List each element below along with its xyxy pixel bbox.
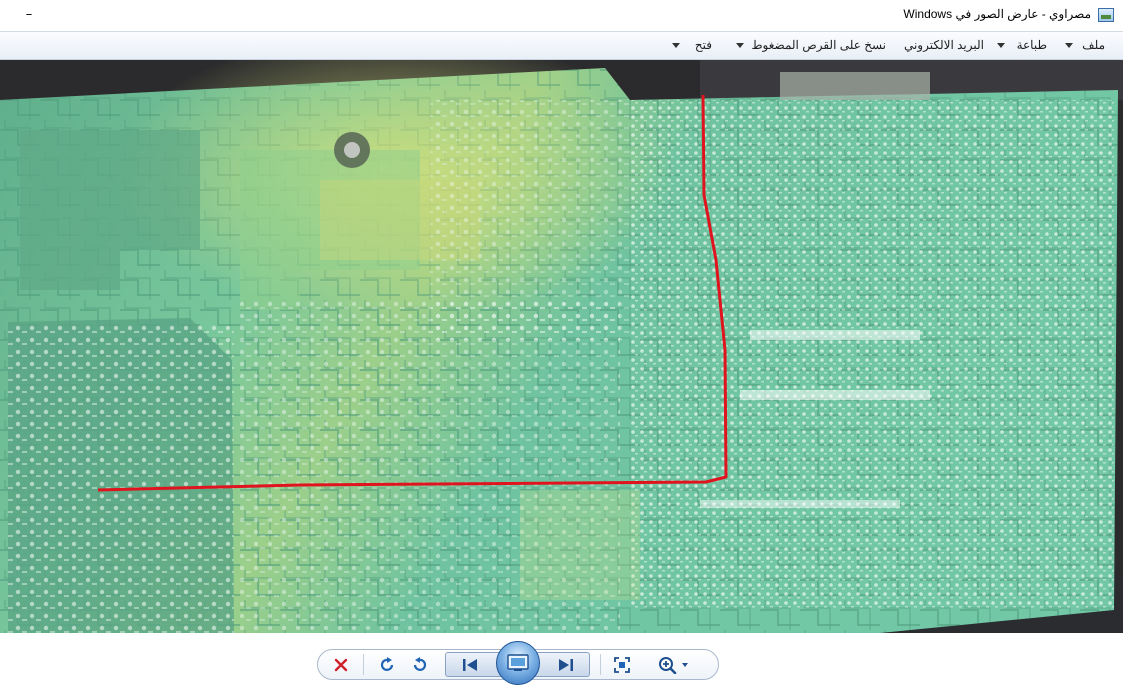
- menu-print-chevron-down-icon[interactable]: [997, 43, 1005, 48]
- rotate-counterclockwise-button[interactable]: [409, 651, 431, 678]
- image-viewport[interactable]: [0, 60, 1123, 633]
- slideshow-icon: [507, 654, 529, 671]
- menu-burn-chevron-down-icon[interactable]: [736, 43, 744, 48]
- menu-file[interactable]: ملف: [1080, 32, 1107, 59]
- menu-open[interactable]: فتح: [693, 32, 714, 59]
- toolbar-separator: [600, 654, 601, 675]
- toolbar-separator: [363, 654, 364, 675]
- menu-bar: ملف طباعة البريد الالكتروني نسخ على القر…: [0, 31, 1123, 60]
- next-button[interactable]: [551, 651, 581, 678]
- rotate-clockwise-button[interactable]: [376, 651, 398, 678]
- window-title: مصراوي - عارض الصور في Windows: [903, 7, 1091, 21]
- previous-icon: [463, 658, 477, 671]
- menu-burn-cd[interactable]: نسخ على القرص المضغوط: [749, 32, 888, 59]
- title-bar: مصراوي - عارض الصور في Windows –: [0, 0, 1123, 31]
- previous-button[interactable]: [455, 651, 485, 678]
- zoom-icon: [659, 656, 688, 674]
- delete-icon: [334, 658, 348, 671]
- photo-viewer-app-icon: [1098, 8, 1114, 22]
- menu-open-chevron-down-icon[interactable]: [672, 43, 680, 48]
- delete-button[interactable]: [330, 651, 352, 678]
- menu-print[interactable]: طباعة: [1015, 32, 1049, 59]
- rotate-counterclockwise-icon: [413, 656, 427, 671]
- actual-size-button[interactable]: [611, 651, 633, 678]
- rotate-clockwise-icon: [380, 656, 394, 671]
- slideshow-button[interactable]: [496, 641, 540, 685]
- menu-file-chevron-down-icon[interactable]: [1065, 43, 1073, 48]
- circuit-board-photo: [0, 60, 1123, 633]
- actual-size-icon: [614, 656, 630, 673]
- next-icon: [559, 658, 573, 671]
- menu-email[interactable]: البريد الالكتروني: [902, 32, 986, 59]
- zoom-button[interactable]: [656, 651, 692, 678]
- minimize-button[interactable]: –: [14, 0, 44, 31]
